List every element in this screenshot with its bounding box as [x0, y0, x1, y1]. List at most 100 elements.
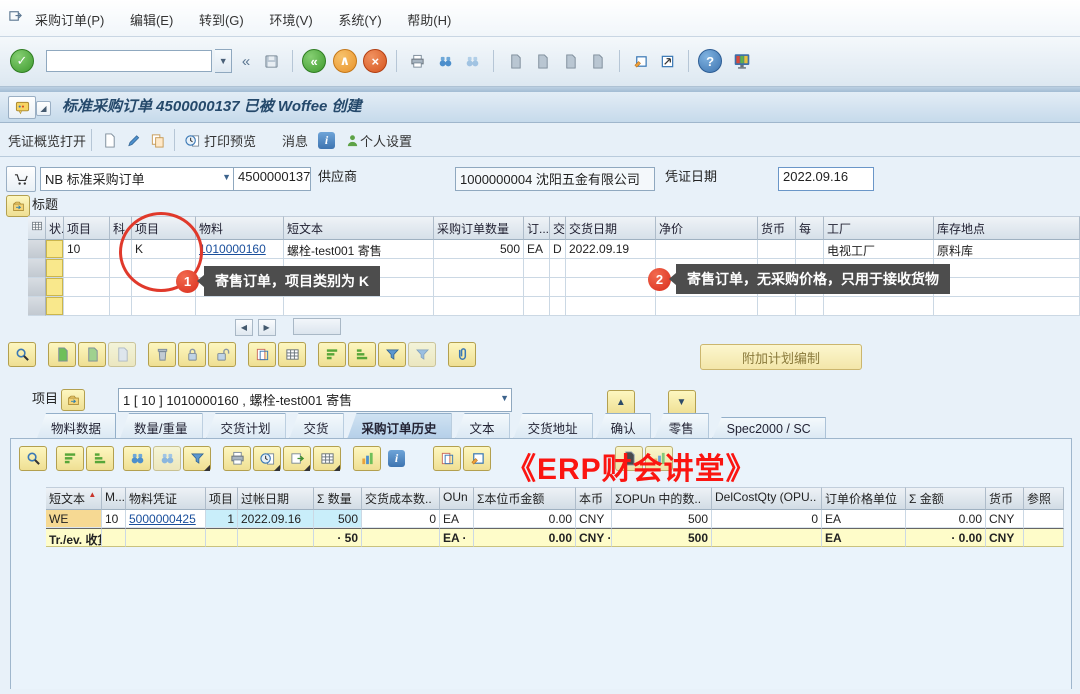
title-menu-icon[interactable]	[8, 96, 36, 119]
hist-cell-movement-type[interactable]: 10	[102, 510, 126, 528]
col-header[interactable]: 工厂	[824, 216, 934, 240]
item-details2-button[interactable]	[78, 342, 106, 367]
item-details-button[interactable]	[48, 342, 76, 367]
remove-filter-button[interactable]	[408, 342, 436, 367]
filter-button[interactable]	[378, 342, 406, 367]
menu-purchase-order[interactable]: 采购订单(P)	[24, 0, 115, 29]
tab-retail[interactable]: 零售	[654, 413, 709, 441]
hist-col-header[interactable]: 短文本 ▲	[46, 487, 102, 510]
menu-help[interactable]: 帮助(H)	[396, 0, 462, 29]
tab-delivery[interactable]: 交货	[289, 413, 344, 441]
hist-col-header[interactable]: OUn	[440, 487, 474, 510]
print-button[interactable]	[406, 49, 430, 73]
tab-material-data[interactable]: 物料数据	[36, 413, 116, 441]
hist-cell-amount-lc[interactable]: 0.00	[474, 510, 576, 528]
col-header[interactable]: 订...	[524, 216, 550, 240]
cell-material[interactable]: 1010000160	[196, 240, 284, 259]
row-selector[interactable]	[28, 240, 46, 259]
menu-environment[interactable]: 环境(V)	[258, 0, 323, 29]
hist-cell-quantity[interactable]: 500	[314, 510, 362, 528]
hist-cell-short-text[interactable]: WE	[46, 510, 102, 528]
delete-item-button[interactable]	[148, 342, 176, 367]
alv-filter-button[interactable]: ◢	[183, 446, 211, 471]
hist-cell-amount[interactable]: 0.00	[906, 510, 986, 528]
item-detail-expand-button[interactable]	[61, 389, 85, 411]
hist-cell-oun[interactable]: EA	[440, 510, 474, 528]
tab-delivery-schedule[interactable]: 交货计划	[206, 413, 286, 441]
cell-currency[interactable]	[758, 240, 796, 259]
row-selector[interactable]	[28, 278, 46, 297]
col-header[interactable]: 状.	[46, 216, 64, 240]
cell-storage-location[interactable]: 原料库	[934, 240, 1080, 259]
cell-delivery-date[interactable]: 2022.09.19	[566, 240, 656, 259]
next-item-button[interactable]: ▼	[668, 390, 696, 415]
other-document-button[interactable]	[145, 128, 169, 152]
cell-per[interactable]	[796, 240, 824, 259]
scroll-left-button[interactable]: ◀	[235, 319, 253, 336]
status-cell[interactable]	[46, 240, 64, 259]
material-link[interactable]: 1010000160	[199, 242, 266, 256]
copy-item-button[interactable]	[248, 342, 276, 367]
previous-page-button[interactable]	[531, 49, 555, 73]
alv-search-button[interactable]	[19, 446, 47, 471]
alv-sort-asc-button[interactable]	[56, 446, 84, 471]
hist-cell-item[interactable]: 1	[206, 510, 238, 528]
menu-edit[interactable]: 编辑(E)	[119, 0, 184, 29]
document-overview-button[interactable]: 凭证概览打开	[8, 131, 86, 150]
back-button[interactable]: «	[302, 49, 326, 73]
scroll-right-button[interactable]: ▶	[258, 319, 276, 336]
lock-item-button[interactable]	[178, 342, 206, 367]
print-preview-button[interactable]: 打印预览	[204, 131, 256, 150]
cell-net-price[interactable]	[656, 240, 758, 259]
alv-graphic-button[interactable]	[353, 446, 381, 471]
hist-col-header[interactable]: Σ 数量	[314, 487, 362, 510]
alv-extra-button[interactable]	[433, 446, 461, 471]
messages-button[interactable]: 消息	[282, 131, 308, 150]
col-header[interactable]: 货币	[758, 216, 796, 240]
hist-cell-material-doc[interactable]: 5000000425	[126, 510, 206, 528]
tab-quantities-weights[interactable]: 数量/重量	[119, 413, 202, 441]
create-document-button[interactable]	[97, 128, 121, 152]
hist-cell-posting-date[interactable]: 2022.09.16	[238, 510, 314, 528]
first-page-button[interactable]	[503, 49, 527, 73]
additional-planning-button[interactable]: 附加计划编制	[700, 344, 862, 370]
command-dropdown-button[interactable]: ▼	[215, 49, 232, 73]
scroll-handle[interactable]	[293, 318, 341, 335]
unlock-item-button[interactable]	[208, 342, 236, 367]
tab-texts[interactable]: 文本	[455, 413, 510, 441]
table-settings-icon[interactable]	[28, 216, 46, 240]
command-field[interactable]	[46, 50, 212, 72]
col-header[interactable]: 采购订单数量	[434, 216, 524, 240]
cell-date-category[interactable]: D	[550, 240, 566, 259]
tab-confirmations[interactable]: 确认	[596, 413, 651, 441]
hist-cell-delivery-cost-qty[interactable]: 0	[362, 510, 440, 528]
material-document-link[interactable]: 5000000425	[129, 512, 196, 526]
hist-cell-currency[interactable]: CNY	[986, 510, 1024, 528]
grid-settings-button[interactable]	[278, 342, 306, 367]
alv-extra2-button[interactable]	[463, 446, 491, 471]
row-selector[interactable]	[28, 259, 46, 278]
hist-col-header[interactable]: 过帐日期	[238, 487, 314, 510]
col-header[interactable]: 短文本	[284, 216, 434, 240]
hist-cell-delcostqty[interactable]: 0	[712, 510, 822, 528]
col-header[interactable]: 物料	[196, 216, 284, 240]
cell-plant[interactable]: 电视工厂	[824, 240, 934, 259]
help-button[interactable]: ?	[698, 49, 722, 73]
hist-col-header[interactable]: 物料凭证	[126, 487, 206, 510]
next-page-button[interactable]	[558, 49, 582, 73]
doc-date-field[interactable]: 2022.09.16	[778, 167, 874, 191]
hist-col-header[interactable]: ΣOPUn 中的数..	[612, 487, 712, 510]
hist-col-header[interactable]: 订单价格单位	[822, 487, 906, 510]
alv-layout-button[interactable]: ◢	[313, 446, 341, 471]
hist-col-header[interactable]: Σ 金额	[906, 487, 986, 510]
attachments-button[interactable]	[448, 342, 476, 367]
cell-po-quantity[interactable]: 500	[434, 240, 524, 259]
create-shortcut-button[interactable]	[656, 49, 680, 73]
tab-spec2000[interactable]: Spec2000 / SC	[712, 417, 826, 440]
menu-goto[interactable]: 转到(G)	[188, 0, 255, 29]
enter-button[interactable]: ✓	[10, 49, 34, 73]
hist-cell-local-currency[interactable]: CNY	[576, 510, 612, 528]
sort-ascending-button[interactable]	[318, 342, 346, 367]
vendor-field[interactable]: 1000000004 沈阳五金有限公司	[455, 167, 655, 191]
new-session-button[interactable]	[628, 49, 652, 73]
